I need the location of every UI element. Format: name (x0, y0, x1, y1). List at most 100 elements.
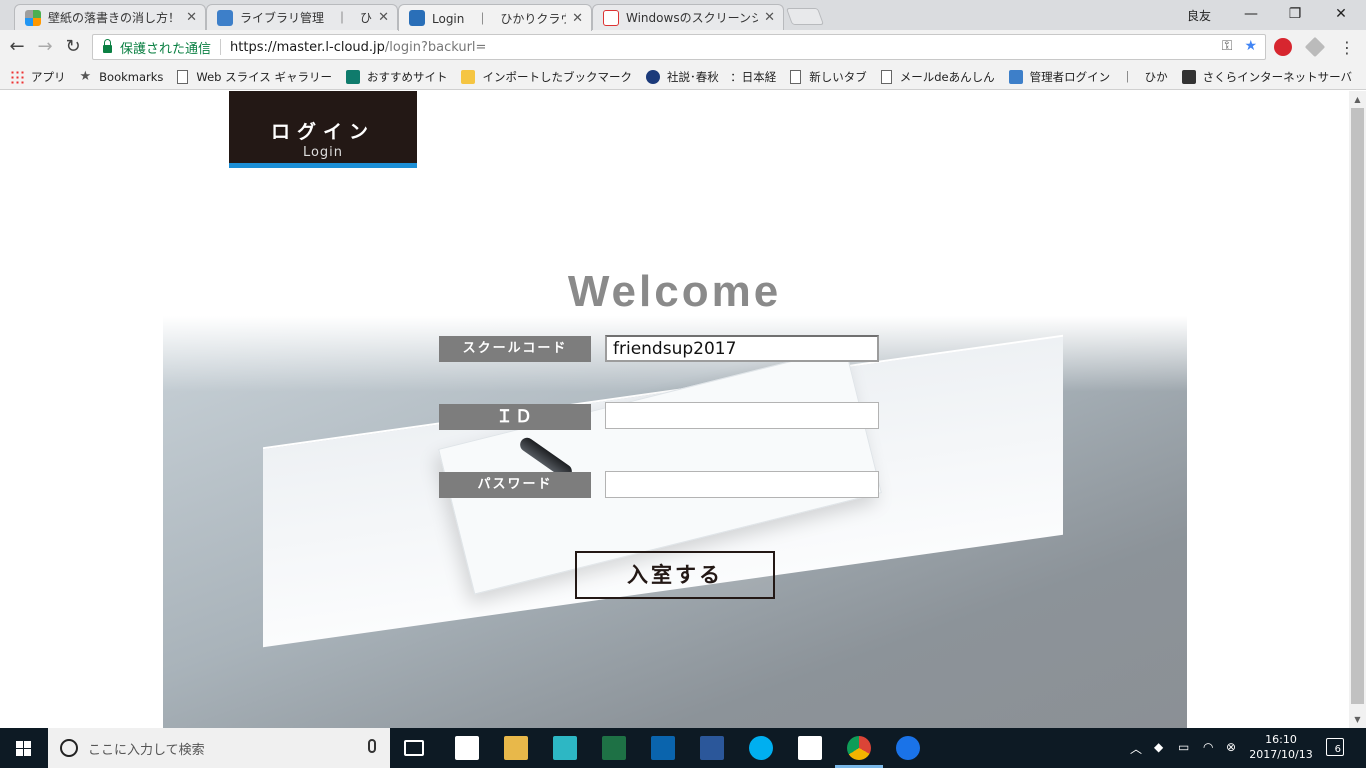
word-icon[interactable] (700, 736, 724, 760)
bookmark-label: おすすめサイト (366, 69, 448, 84)
login-header: ログイン Login (229, 91, 417, 168)
id-label: ＩＤ (439, 404, 591, 430)
key-icon[interactable]: ⚿ (1222, 38, 1233, 54)
folder-icon (461, 69, 476, 84)
store-icon[interactable] (455, 736, 479, 760)
tab-screenshot[interactable]: Windowsのスクリーンショット ✕ (592, 4, 784, 30)
apps-grid-icon (10, 69, 24, 84)
file-explorer-icon[interactable] (504, 736, 528, 760)
tray-chevron-icon[interactable]: ︿ (1130, 740, 1142, 757)
back-arrow-icon[interactable]: ← (6, 36, 28, 58)
tab-wallpaper[interactable]: 壁紙の落書きの消し方！色 ✕ (14, 4, 206, 30)
tab-close-icon[interactable]: ✕ (572, 11, 583, 26)
task-view-icon[interactable] (404, 740, 424, 756)
url-path: /login?backurl= (384, 39, 487, 55)
battery-icon[interactable]: ▭ (1178, 740, 1189, 754)
app-icon[interactable] (553, 736, 577, 760)
login-title-jp: ログイン (270, 121, 375, 143)
tab-library[interactable]: ライブラリ管理 ｜ ひかりク ✕ (206, 4, 398, 30)
cortana-icon (60, 739, 78, 757)
outlook-icon[interactable] (651, 736, 675, 760)
password-label: パスワード (439, 472, 591, 498)
tab-label: Login ｜ ひかりクラウド ス (432, 11, 566, 26)
menu-kebab-icon[interactable]: ⋮ (1336, 37, 1358, 59)
edge-icon[interactable] (896, 736, 920, 760)
minimize-button[interactable]: — (1228, 3, 1274, 25)
tab-favicon-icon (25, 9, 41, 26)
page-icon (177, 69, 189, 84)
windows-taskbar: ここに入力して検索 ︿ ◆ ▭ ◠ ⊗ 16:10 2017/10/13 6 (0, 728, 1366, 768)
bookmark-admin-login[interactable]: 管理者ログイン ｜ ひか (1008, 69, 1168, 85)
bookmark-apps[interactable]: アプリ (10, 69, 66, 85)
scroll-up-arrow-icon[interactable]: ▲ (1349, 91, 1366, 108)
scroll-thumb[interactable] (1351, 108, 1364, 704)
page-viewport: ログイン Login Welcome スクールコード friendsup2017… (0, 91, 1349, 728)
cloud-favicon-icon (1008, 69, 1023, 84)
id-input[interactable] (605, 402, 879, 429)
bookmark-label: 社説･春秋 ：日本経 (666, 69, 777, 84)
bookmark-mail[interactable]: メールdeあんしん (880, 69, 995, 85)
bookmark-label: Web スライス ギャラリー (196, 69, 332, 84)
bookmark-new-tab[interactable]: 新しいタブ (790, 69, 867, 85)
omnibox-divider (220, 39, 222, 55)
cloud-favicon-icon (217, 9, 233, 26)
new-tab-button[interactable] (785, 8, 825, 25)
login-title-en: Login (302, 145, 344, 160)
taskbar-search-box[interactable]: ここに入力して検索 (48, 728, 390, 768)
bookmark-label: 新しいタブ (809, 69, 867, 84)
microphone-icon[interactable] (368, 739, 376, 753)
secure-connection-label[interactable]: 保護された通信 (120, 38, 211, 57)
profile-name[interactable]: 良友 (1187, 7, 1211, 24)
action-center-icon[interactable]: 6 (1326, 738, 1344, 756)
scroll-down-arrow-icon[interactable]: ▼ (1349, 711, 1366, 728)
bookmark-nikkei[interactable]: 社説･春秋 ：日本経 (645, 69, 777, 85)
tab-login[interactable]: Login ｜ ひかりクラウド ス ✕ (398, 4, 592, 31)
windows-logo-icon (16, 741, 31, 756)
taskbar-clock[interactable]: 16:10 2017/10/13 (1247, 732, 1315, 762)
school-code-label: スクールコード (439, 336, 591, 362)
page-scrollbar[interactable]: ▲ ▼ (1349, 91, 1366, 728)
school-code-input[interactable]: friendsup2017 (605, 335, 879, 362)
tab-label: Windowsのスクリーンショット (626, 11, 758, 25)
enter-room-button[interactable]: 入室する (575, 551, 775, 599)
bookmark-recommended[interactable]: おすすめサイト (345, 69, 448, 85)
tab-label: ライブラリ管理 ｜ ひかりク (240, 11, 373, 25)
clock-date: 2017/10/13 (1249, 748, 1313, 761)
tab-close-icon[interactable]: ✕ (186, 10, 197, 25)
camera-icon[interactable] (798, 736, 822, 760)
tab-close-icon[interactable]: ✕ (378, 10, 389, 25)
bookmark-imported[interactable]: インポートしたブックマーク (461, 69, 632, 85)
notification-count: 6 (1334, 744, 1341, 755)
password-input[interactable] (605, 471, 879, 498)
forward-arrow-icon[interactable]: → (34, 36, 56, 58)
extension-red-icon[interactable] (1274, 38, 1292, 56)
bookmark-bookmarks[interactable]: ★ Bookmarks (80, 69, 164, 84)
volume-muted-icon[interactable]: ⊗ (1226, 740, 1236, 754)
skype-icon[interactable] (749, 736, 773, 760)
sakura-icon (1181, 69, 1196, 84)
wifi-icon[interactable]: ◠ (1203, 740, 1213, 754)
bookmarks-bar: アプリ ★ Bookmarks Web スライス ギャラリー おすすめサイト イ… (0, 64, 1366, 90)
tab-close-icon[interactable]: ✕ (764, 10, 775, 25)
bookmark-sakura[interactable]: さくらインターネットサーバ (1181, 69, 1352, 85)
chrome-icon[interactable] (847, 736, 871, 760)
bookmark-web-slice[interactable]: Web スライス ギャラリー (177, 69, 332, 85)
page-icon (790, 69, 802, 84)
bing-icon (345, 69, 360, 84)
cloud-favicon-icon (409, 10, 425, 26)
bookmark-label: 管理者ログイン ｜ ひか (1029, 69, 1168, 84)
url-host: https://master.l-cloud.jp (230, 39, 385, 55)
reload-icon[interactable]: ↻ (62, 36, 84, 58)
address-bar[interactable]: 保護された通信 https://master.l-cloud.jp/login?… (92, 34, 1266, 60)
close-window-button[interactable]: ✕ (1318, 3, 1364, 25)
start-button[interactable] (0, 728, 48, 768)
bookmark-label: インポートしたブックマーク (482, 69, 632, 84)
bookmark-label: アプリ (31, 69, 66, 84)
maximize-button[interactable]: ❐ (1272, 3, 1318, 25)
bookmark-star-icon[interactable]: ★ (1244, 38, 1257, 54)
dropbox-icon[interactable]: ◆ (1154, 740, 1163, 754)
page-icon (880, 69, 892, 84)
lock-icon (103, 39, 112, 53)
excel-icon[interactable] (602, 736, 626, 760)
search-placeholder: ここに入力して検索 (88, 742, 205, 758)
